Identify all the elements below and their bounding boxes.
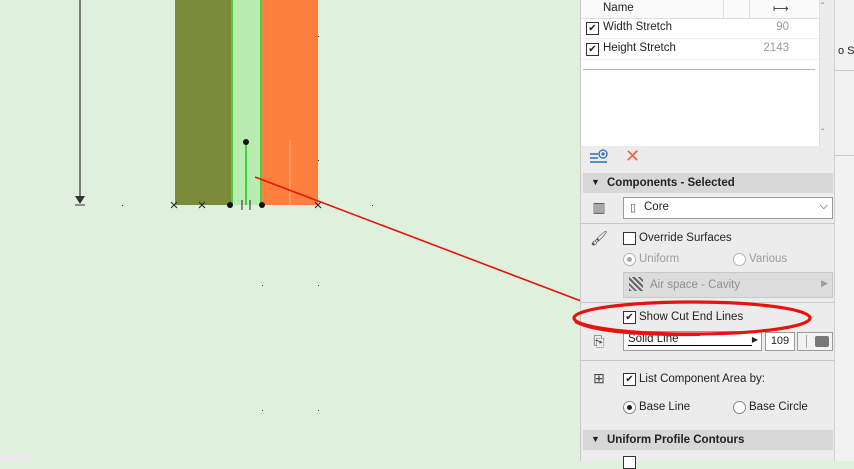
profile-drawing: [75, 0, 581, 411]
list-component-area-label: List Component Area by:: [639, 373, 765, 385]
component-olive: [175, 0, 231, 205]
hotspot-left: [227, 202, 233, 208]
scroll-up-icon[interactable]: ˆ: [821, 2, 824, 13]
divider: [581, 360, 835, 361]
row-label: Width Stretch: [603, 21, 673, 33]
parameter-list: Name ⟼ ✔ Width Stretch 90 ✔ Height Stret…: [581, 0, 820, 146]
pen-number-field[interactable]: 109: [765, 332, 795, 351]
divider: [835, 155, 854, 156]
delete-icon[interactable]: ✕: [625, 146, 640, 167]
show-cut-end-lines-label: Show Cut End Lines: [639, 311, 744, 323]
base-line-radio[interactable]: [623, 401, 636, 414]
hotspot-handle: [243, 139, 249, 145]
width-stretch-checkbox[interactable]: ✔: [586, 22, 599, 35]
various-label: Various: [749, 253, 788, 265]
base-circle-radio[interactable]: [733, 401, 746, 414]
stretch-width-icon: ⟼: [773, 3, 789, 15]
partial-label: o Se: [838, 45, 854, 57]
contours-checkbox[interactable]: [623, 456, 636, 469]
core-icon: ▯: [630, 202, 637, 214]
override-surfaces-checkbox[interactable]: [623, 232, 636, 245]
canvas-bottom-edge: [0, 455, 30, 461]
row-value: 90: [776, 21, 789, 33]
list-header: Name ⟼: [581, 0, 819, 19]
component-select[interactable]: ▯ Core ⌵: [623, 197, 833, 219]
scroll-down-icon[interactable]: ˇ: [821, 128, 824, 139]
line-type-value: Solid Line: [628, 333, 679, 345]
surface-select[interactable]: Air space - Cavity ▶: [623, 272, 833, 298]
section-title: Components - Selected: [607, 177, 735, 189]
line-type-select[interactable]: Solid Line ▶: [623, 331, 762, 351]
pen-color-swatch[interactable]: [797, 332, 833, 351]
contours-section-header[interactable]: ▼ Uniform Profile Contours: [583, 430, 833, 450]
list-item[interactable]: ✔ Width Stretch 90: [581, 18, 819, 39]
line-preview: [628, 345, 752, 346]
section-title: Uniform Profile Contours: [607, 434, 745, 446]
divider: [581, 302, 835, 303]
adjacent-panel-edge: o Se: [834, 0, 854, 461]
header-name: Name: [603, 2, 634, 14]
various-radio[interactable]: [733, 253, 746, 266]
base-circle-label: Base Circle: [749, 401, 808, 413]
header-separator: [749, 0, 750, 18]
uniform-label: Uniform: [639, 253, 680, 265]
uniform-radio[interactable]: [623, 253, 636, 266]
base-line-label: Base Line: [639, 401, 691, 413]
list-component-area-checkbox[interactable]: ✔: [623, 373, 636, 386]
divider: [835, 70, 854, 71]
override-surfaces-label: Override Surfaces: [639, 232, 732, 244]
area-calc-icon: ⊞: [593, 370, 605, 386]
component-stack-icon: ▥: [592, 199, 606, 215]
drawing-canvas[interactable]: [0, 0, 581, 461]
components-section-header[interactable]: ▼ Components - Selected: [583, 173, 833, 193]
hotspot-right: [259, 202, 265, 208]
surface-paint-icon: 🖌: [590, 230, 608, 246]
surface-value: Air space - Cavity: [650, 279, 741, 291]
selected-component: Core: [644, 201, 669, 213]
collapse-arrow-icon: ▼: [591, 177, 600, 187]
settings-panel: Name ⟼ ✔ Width Stretch 90 ✔ Height Stret…: [580, 0, 835, 469]
surface-swatch: [629, 277, 643, 291]
chevron-right-icon: ▶: [751, 335, 758, 344]
chevron-right-icon: ▶: [821, 278, 828, 288]
list-separator: [583, 69, 815, 70]
divider: [581, 223, 835, 224]
row-label: Height Stretch: [603, 42, 676, 54]
header-separator: [723, 0, 724, 18]
row-value: 2143: [763, 42, 789, 54]
collapse-arrow-icon: ▼: [591, 434, 600, 444]
chevron-down-icon: ⌵: [819, 200, 828, 212]
show-cut-end-lines-checkbox[interactable]: ✔: [623, 311, 636, 324]
add-component-icon[interactable]: [589, 148, 609, 166]
height-stretch-checkbox[interactable]: ✔: [586, 43, 599, 56]
dimension-arrowhead: [75, 196, 85, 204]
list-item[interactable]: ✔ Height Stretch 2143: [581, 39, 819, 60]
line-type-icon: ⎘: [593, 333, 605, 349]
